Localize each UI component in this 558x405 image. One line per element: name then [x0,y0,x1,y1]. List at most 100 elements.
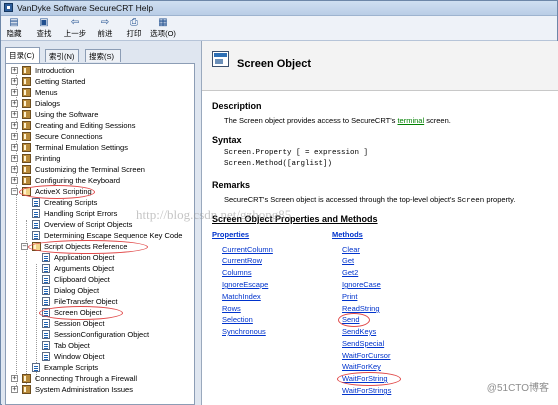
title-bar[interactable]: VanDyke Software SecureCRT Help [1,1,557,16]
method-link[interactable]: ReadString [342,304,380,313]
property-link[interactable]: IgnoreEscape [222,280,268,289]
book-icon [22,154,31,163]
book-icon [22,385,31,394]
property-link[interactable]: Rows [222,304,241,313]
description-heading: Description [212,101,262,111]
page-icon [42,319,50,328]
book-icon [22,88,31,97]
expand-icon[interactable]: + [11,177,18,184]
book-icon [22,165,31,174]
property-link[interactable]: Synchronous [222,327,266,336]
screen-object-icon [212,51,229,67]
page-icon [32,198,40,207]
print-icon: ⎙ [130,17,138,28]
book-icon [22,110,31,119]
tree-item-label: Introduction [35,66,75,75]
expand-icon[interactable]: + [11,78,18,85]
highlight-waitforstring [337,372,401,386]
options-label: 选项(O) [150,29,176,38]
page-icon [32,220,40,229]
description-after: screen. [424,116,451,125]
tree-item-label: Dialogs [35,99,61,108]
method-link[interactable]: Get2 [342,268,358,277]
collapse-icon[interactable]: − [21,243,28,250]
method-link[interactable]: SendSpecial [342,339,384,348]
terminal-link[interactable]: terminal [397,116,424,125]
page-icon [42,330,50,339]
topic-header: Screen Object [202,41,558,91]
expand-icon[interactable]: + [11,133,18,140]
remarks-heading: Remarks [212,180,251,190]
expand-icon[interactable]: + [11,122,18,129]
book-icon [22,99,31,108]
expand-icon[interactable]: + [11,67,18,74]
book-icon [22,143,31,152]
property-link[interactable]: Columns [222,268,252,277]
property-link[interactable]: MatchIndex [222,292,261,301]
syntax-line-1: Screen.Property [ = expression ] [224,149,369,157]
method-link[interactable]: SendKeys [342,327,376,336]
expand-icon[interactable]: + [11,100,18,107]
syntax-heading: Syntax [212,135,242,145]
page-icon [32,209,40,218]
hide-label: 隐藏 [6,29,22,38]
tab-search[interactable]: 搜索(S) [85,49,121,62]
page-icon [32,231,40,240]
book-icon [22,66,31,75]
back-button[interactable]: ⇦ 上一步 [63,17,87,39]
expand-icon[interactable]: + [11,155,18,162]
method-link[interactable]: Clear [342,245,360,254]
tree-item-label: Clipboard Object [54,275,110,284]
expand-icon[interactable]: + [11,166,18,173]
page-icon [42,352,50,361]
toolbar: ▤ 隐藏 ▣ 查找 ⇦ 上一步 ⇨ 前进 ⎙ 打印 ▦ 选项(O) [1,16,557,41]
print-button[interactable]: ⎙ 打印 [125,17,143,39]
collapse-icon[interactable]: − [11,188,18,195]
expand-icon[interactable]: + [11,375,18,382]
method-link[interactable]: Print [342,292,357,301]
tree-item-label: Handling Script Errors [44,209,118,218]
tree-item-label: Menus [35,88,58,97]
tree-item-label: Application Object [54,253,115,262]
tree-item-label: Window Object [54,352,105,361]
method-link[interactable]: WaitForKey [342,362,381,371]
tree-item-label: Determining Escape Sequence Key Code [44,231,183,240]
expand-icon[interactable]: + [11,144,18,151]
method-link[interactable]: WaitForStrings [342,386,391,395]
watermark: http://blog.csdn.net/gzhong85 [136,207,292,222]
method-link[interactable]: Get [342,256,354,265]
highlight-send [338,313,370,327]
tree-item-label: Session Object [54,319,105,328]
methods-heading[interactable]: Methods [332,230,363,239]
tab-index[interactable]: 索引(N) [45,49,79,62]
navigation-pane: 目录(C) 索引(N) 搜索(S) + Introduction + Getti… [2,41,197,405]
property-link[interactable]: Selection [222,315,253,324]
tree-item-label: Overview of Script Objects [44,220,133,229]
page-icon [42,275,50,284]
method-link[interactable]: WaitForCursor [342,351,390,360]
properties-heading[interactable]: Properties [212,230,249,239]
property-link[interactable]: CurrentColumn [222,245,273,254]
back-label: 上一步 [63,29,87,38]
expand-icon[interactable]: + [11,89,18,96]
expand-icon[interactable]: + [11,386,18,393]
tree-item-label: Example Scripts [44,363,99,372]
forward-button[interactable]: ⇨ 前进 [96,17,114,39]
tree-guide [36,264,37,379]
method-link[interactable]: IgnoreCase [342,280,381,289]
expand-icon[interactable]: + [11,111,18,118]
page-icon [42,264,50,273]
options-button[interactable]: ▦ 选项(O) [150,17,176,39]
remarks-text: SecureCRT's Screen object is accessed th… [224,195,515,205]
tree-item-label: Printing [35,154,61,163]
back-icon: ⇦ [70,17,80,28]
find-icon: ▣ [39,17,49,28]
hide-button[interactable]: ▤ 隐藏 [5,17,23,39]
syntax-line-2: Screen.Method([arglist]) [224,160,333,168]
tab-contents[interactable]: 目录(C) [5,47,40,63]
find-button[interactable]: ▣ 查找 [35,17,53,39]
property-link[interactable]: CurrentRow [222,256,262,265]
contents-tree[interactable]: + Introduction + Getting Started + Menus… [5,63,195,405]
page-title: Screen Object [237,58,311,70]
topic-content: Screen Object Description The Screen obj… [201,41,558,405]
